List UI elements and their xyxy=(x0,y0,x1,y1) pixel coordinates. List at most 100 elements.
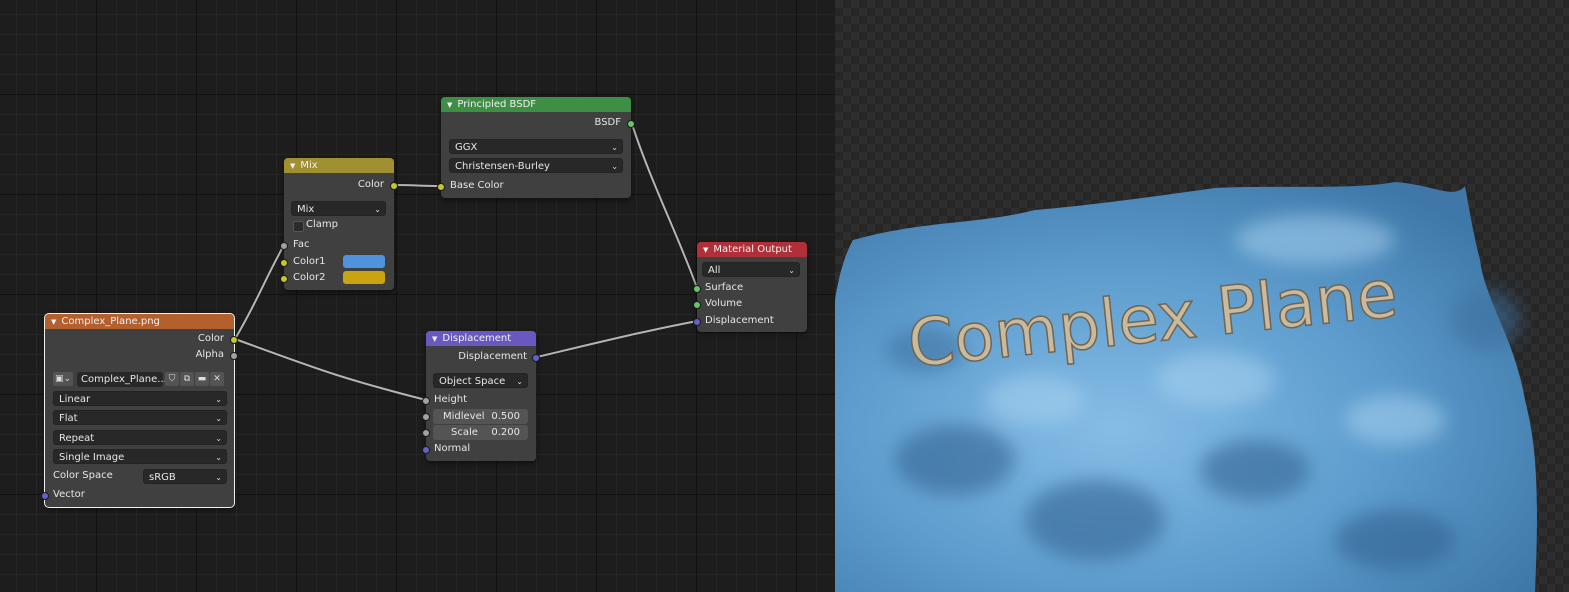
input-volume-socket[interactable] xyxy=(693,301,701,309)
chevron-down-icon: ⌄ xyxy=(215,434,222,443)
input-volume-label: Volume xyxy=(705,298,743,309)
input-color2-socket[interactable] xyxy=(280,275,288,283)
input-surface-label: Surface xyxy=(705,282,744,293)
rendered-plane-preview: Complex Plane xyxy=(835,182,1537,592)
output-alpha-socket[interactable] xyxy=(230,352,238,360)
chevron-down-icon: ⌄ xyxy=(215,473,222,482)
input-color1-label: Color1 xyxy=(293,256,326,267)
chevron-down-icon: ⌄ xyxy=(374,205,381,214)
input-base-color-socket[interactable] xyxy=(437,183,445,191)
space-dropdown[interactable]: Object Space ⌄ xyxy=(433,373,528,388)
link-displacement-to-output-displacement xyxy=(535,319,699,359)
color1-swatch[interactable] xyxy=(343,255,385,268)
color-space-value: sRGB xyxy=(149,472,176,483)
displacement-title: Displacement xyxy=(442,333,512,344)
mix-node-header[interactable]: ▼ Mix xyxy=(284,158,394,173)
link-bsdf-to-output-surface xyxy=(630,122,699,290)
output-bsdf-socket[interactable] xyxy=(627,120,635,128)
color2-swatch[interactable] xyxy=(343,271,385,284)
subsurface-method-dropdown[interactable]: Christensen-Burley ⌄ xyxy=(449,158,623,173)
input-scale-socket[interactable] xyxy=(422,429,430,437)
unlink-close-icon[interactable]: ✕ xyxy=(210,372,224,386)
image-texture-title: Complex_Plane.png xyxy=(61,316,160,327)
midlevel-value: 0.500 xyxy=(491,411,520,422)
projection-value: Flat xyxy=(59,413,78,424)
collapse-triangle-icon[interactable]: ▼ xyxy=(290,159,295,174)
collapse-triangle-icon[interactable]: ▼ xyxy=(51,315,56,330)
output-alpha-label: Alpha xyxy=(195,349,224,360)
chevron-down-icon: ⌄ xyxy=(611,143,618,152)
material-output-title: Material Output xyxy=(713,244,792,255)
extension-dropdown[interactable]: Repeat ⌄ xyxy=(53,430,227,445)
input-base-color-label: Base Color xyxy=(450,180,504,191)
fake-user-shield-icon[interactable]: ⛉ xyxy=(165,372,179,386)
midlevel-field[interactable]: Midlevel 0.500 xyxy=(433,409,528,424)
collapse-triangle-icon[interactable]: ▼ xyxy=(432,332,437,347)
link-image-color-to-mix-fac xyxy=(233,243,286,341)
projection-dropdown[interactable]: Flat ⌄ xyxy=(53,410,227,425)
blend-type-dropdown[interactable]: Mix ⌄ xyxy=(291,201,386,216)
output-color-label: Color xyxy=(197,333,224,344)
link-mix-color-to-bsdf-base-color xyxy=(393,183,443,188)
input-vector-socket[interactable] xyxy=(41,492,49,500)
scale-field[interactable]: Scale 0.200 xyxy=(433,425,528,440)
chevron-down-icon: ⌄ xyxy=(516,377,523,386)
image-browse-icon[interactable]: ▣⌄ xyxy=(53,372,73,386)
displacement-node[interactable]: ▼ Displacement Displacement Object Space ⌄… xyxy=(422,331,540,461)
image-texture-node-header[interactable]: ▼ Complex_Plane.png xyxy=(45,314,234,329)
output-color-socket[interactable] xyxy=(230,336,238,344)
interpolation-value: Linear xyxy=(59,394,91,405)
mix-node[interactable]: ▼ Mix Color Mix ⌄ Clamp Fac Color1 Color2 xyxy=(280,158,398,290)
collapse-triangle-icon[interactable]: ▼ xyxy=(703,243,708,258)
input-height-socket[interactable] xyxy=(422,397,430,405)
mix-output-color-label: Color xyxy=(357,179,384,190)
subsurface-method-value: Christensen-Burley xyxy=(455,161,550,172)
displacement-header[interactable]: ▼ Displacement xyxy=(426,331,536,346)
chevron-down-icon: ⌄ xyxy=(611,162,618,171)
color-space-label: Color Space xyxy=(53,470,113,481)
input-color2-label: Color2 xyxy=(293,272,326,283)
input-color1-socket[interactable] xyxy=(280,259,288,267)
material-output-header[interactable]: ▼ Material Output xyxy=(697,242,807,257)
image-name-value: Complex_Plane.... xyxy=(81,374,171,385)
chevron-down-icon: ⌄ xyxy=(215,453,222,462)
principled-bsdf-node[interactable]: ▼ Principled BSDF BSDF GGX ⌄ Christensen-B… xyxy=(437,97,635,198)
source-value: Single Image xyxy=(59,452,125,463)
clamp-checkbox[interactable] xyxy=(293,221,304,232)
output-displacement-socket[interactable] xyxy=(532,354,540,362)
target-dropdown[interactable]: All ⌄ xyxy=(702,262,800,277)
input-vector-label: Vector xyxy=(53,489,85,500)
node-editor[interactable]: ▼ Complex_Plane.png Color Alpha ▣⌄ Comple… xyxy=(0,0,835,592)
render-viewport[interactable]: Complex Plane xyxy=(835,0,1569,592)
collapse-triangle-icon[interactable]: ▼ xyxy=(447,98,452,113)
scale-label: Scale xyxy=(451,427,478,438)
image-name-field[interactable]: Complex_Plane.... xyxy=(77,372,170,387)
input-normal-socket[interactable] xyxy=(422,446,430,454)
color-space-dropdown[interactable]: sRGB ⌄ xyxy=(143,469,227,484)
distribution-value: GGX xyxy=(455,142,478,153)
input-displacement-socket[interactable] xyxy=(693,318,701,326)
principled-bsdf-title: Principled BSDF xyxy=(457,99,537,110)
chevron-down-icon: ⌄ xyxy=(215,395,222,404)
chevron-down-icon: ⌄ xyxy=(215,414,222,423)
duplicate-image-icon[interactable]: ⧉ xyxy=(180,372,194,386)
principled-bsdf-header[interactable]: ▼ Principled BSDF xyxy=(441,97,631,112)
space-value: Object Space xyxy=(439,376,506,387)
output-displacement-label: Displacement xyxy=(458,351,527,362)
material-output-node[interactable]: ▼ Material Output All ⌄ Surface Volume Dis… xyxy=(693,242,807,332)
input-surface-socket[interactable] xyxy=(693,285,701,293)
source-dropdown[interactable]: Single Image ⌄ xyxy=(53,449,227,464)
input-fac-socket[interactable] xyxy=(280,242,288,250)
interpolation-dropdown[interactable]: Linear ⌄ xyxy=(53,391,227,406)
chevron-down-icon: ⌄ xyxy=(788,266,795,275)
input-height-label: Height xyxy=(434,394,468,405)
mix-output-color-socket[interactable] xyxy=(390,182,398,190)
extension-value: Repeat xyxy=(59,433,95,444)
input-fac-label: Fac xyxy=(293,239,310,250)
scale-value: 0.200 xyxy=(491,427,520,438)
input-midlevel-socket[interactable] xyxy=(422,413,430,421)
open-folder-icon[interactable]: ▬ xyxy=(195,372,209,386)
image-texture-node[interactable]: ▼ Complex_Plane.png Color Alpha ▣⌄ Comple… xyxy=(41,313,238,508)
distribution-dropdown[interactable]: GGX ⌄ xyxy=(449,139,623,154)
target-value: All xyxy=(708,265,721,276)
